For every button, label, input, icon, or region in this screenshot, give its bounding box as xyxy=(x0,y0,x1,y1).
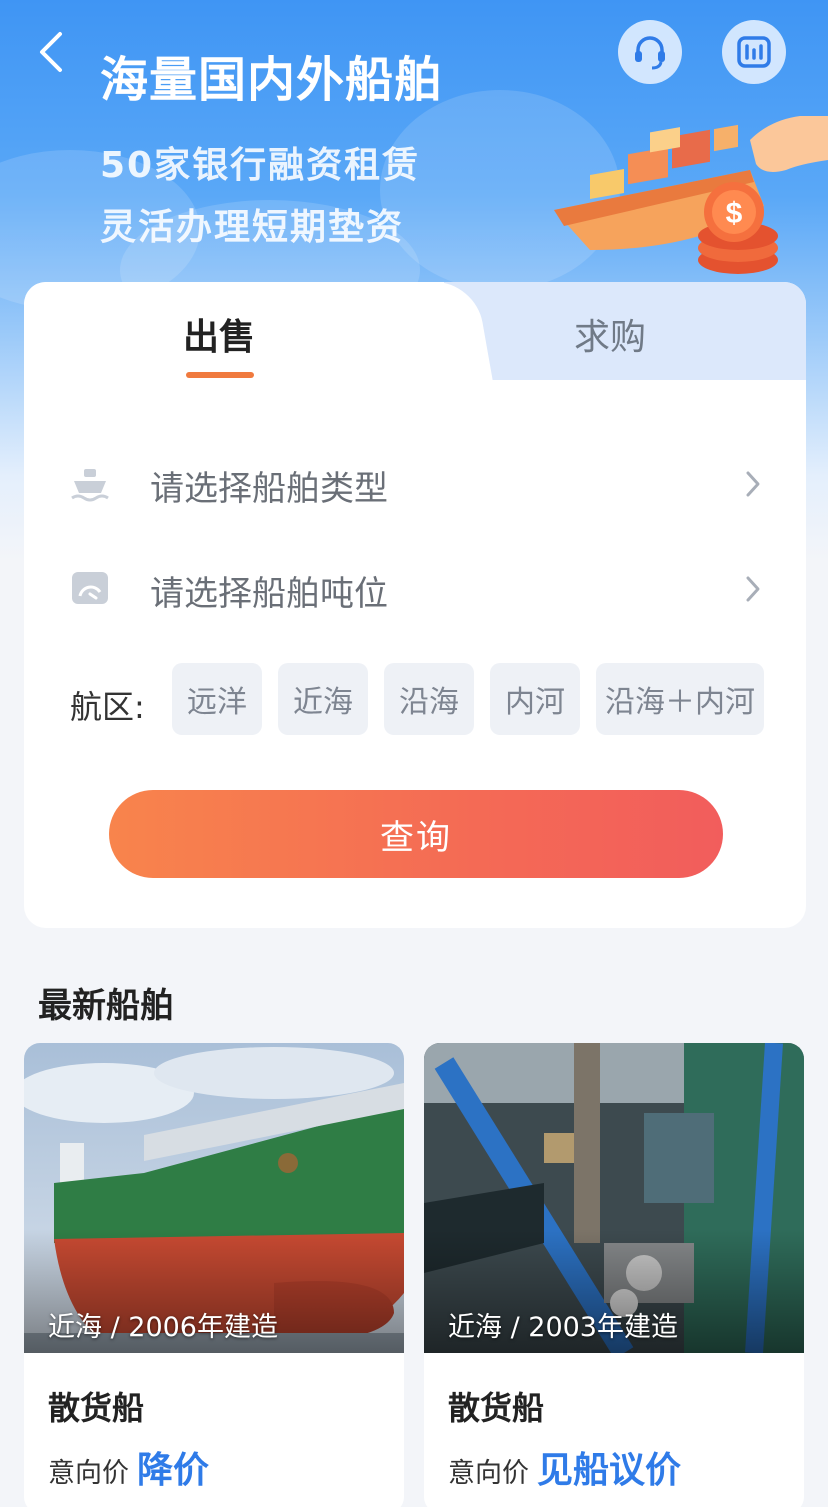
price-value: 见船议价 xyxy=(537,1450,682,1491)
query-button[interactable]: 查询 xyxy=(109,790,723,878)
chevron-right-icon xyxy=(746,471,760,497)
hero-subtitle-2: 灵活办理短期垫资 xyxy=(100,207,405,248)
ship-card[interactable]: 近海 / 2006年建造 散货船 意向价 降价 xyxy=(24,1043,404,1507)
ship-card[interactable]: 近海 / 2003年建造 散货船 意向价 见船议价 xyxy=(424,1043,804,1507)
area-chip-coastal-inland[interactable]: 沿海＋内河 xyxy=(596,663,764,735)
ship-type-selector[interactable]: 请选择船舶类型 xyxy=(24,447,806,517)
tonnage-placeholder: 请选择船舶吨位 xyxy=(150,574,388,614)
tab-buy[interactable]: 求购 xyxy=(414,308,806,360)
data-report-button[interactable] xyxy=(722,20,786,84)
hero-subtitle-1: 50家银行融资租赁 xyxy=(100,145,421,186)
ship-type-placeholder: 请选择船舶类型 xyxy=(150,469,388,509)
active-tab-indicator xyxy=(186,372,254,378)
customer-service-button[interactable] xyxy=(618,20,682,84)
ship-type: 散货船 xyxy=(48,1389,145,1427)
area-chip-ocean[interactable]: 远洋 xyxy=(172,663,262,735)
navigation-area-label: 航区: xyxy=(70,688,145,726)
price-label: 意向价 xyxy=(48,1458,129,1489)
area-chip-coastal[interactable]: 沿海 xyxy=(384,663,474,735)
svg-text:$: $ xyxy=(726,197,743,230)
price-value: 降价 xyxy=(137,1450,210,1491)
ship-coin-illustration: $ xyxy=(554,116,828,274)
back-button[interactable] xyxy=(30,28,74,76)
back-icon xyxy=(40,32,62,72)
ship-icon xyxy=(71,469,109,502)
latest-ships-title: 最新船舶 xyxy=(38,986,174,1026)
tab-sell[interactable]: 出售 xyxy=(24,308,414,360)
page-title: 海量国内外船舶 xyxy=(100,52,444,108)
price-row: 意向价 降价 xyxy=(48,1441,209,1493)
tonnage-selector[interactable]: 请选择船舶吨位 xyxy=(24,552,806,622)
price-row: 意向价 见船议价 xyxy=(448,1441,681,1493)
data-report-icon xyxy=(737,36,771,68)
search-card: 出售 求购 请选择船舶类型 请选择船舶吨位 航区: 远洋 近海 沿海 内河 沿海… xyxy=(24,282,806,928)
ship-type: 散货船 xyxy=(448,1389,545,1427)
gauge-icon xyxy=(72,572,108,604)
customer-service-icon xyxy=(635,36,665,70)
ship-meta: 近海 / 2003年建造 xyxy=(448,1312,678,1343)
price-label: 意向价 xyxy=(448,1458,529,1489)
chevron-right-icon xyxy=(746,576,760,602)
area-chip-offshore[interactable]: 近海 xyxy=(278,663,368,735)
area-chip-inland[interactable]: 内河 xyxy=(490,663,580,735)
ship-meta: 近海 / 2006年建造 xyxy=(48,1312,278,1343)
